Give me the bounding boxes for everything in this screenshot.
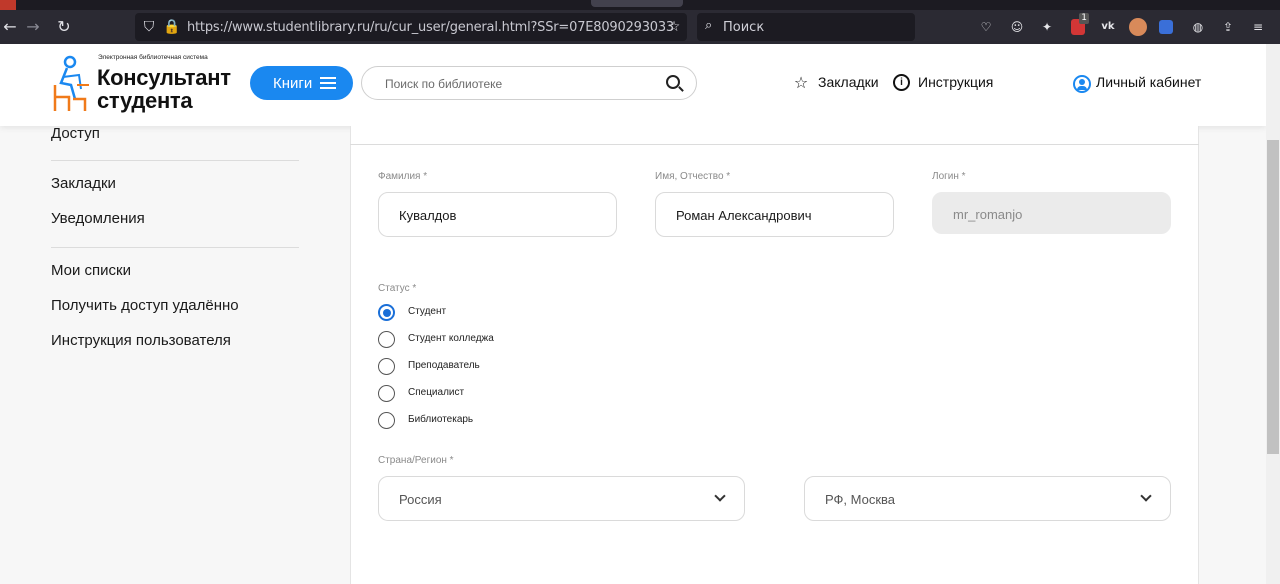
search-icon[interactable] (666, 75, 680, 89)
menu-icon[interactable]: ≡ (1249, 18, 1267, 36)
cabinet-link[interactable]: Личный кабинет (1096, 74, 1201, 90)
instructions-link[interactable]: Инструкция (918, 74, 993, 90)
country-value: Россия (399, 492, 442, 507)
radio-unchecked[interactable] (378, 331, 395, 348)
vk-icon[interactable]: vk (1099, 18, 1117, 36)
lastname-label: Фамилия * (378, 171, 428, 182)
site-header: Электронная библиотечная система Консуль… (0, 44, 1266, 126)
translate-icon[interactable] (1159, 20, 1173, 34)
star-icon[interactable]: ☆ (665, 18, 683, 36)
reload-icon[interactable]: ↻ (54, 17, 74, 37)
extension-icon[interactable]: ✦ (1038, 18, 1056, 36)
pocket-icon[interactable]: ♡ (977, 18, 995, 36)
status-option-label[interactable]: Студент колледжа (408, 333, 494, 344)
radio-unchecked[interactable] (378, 385, 395, 402)
address-bar[interactable]: ⛉ 🔒 https://www.studentlibrary.ru/ru/cur… (135, 13, 687, 41)
lock-icon[interactable]: 🔒 (163, 18, 181, 36)
sidebar-item-my-lists[interactable]: Мои списки (51, 262, 131, 279)
globe-icon[interactable]: ◍ (1189, 18, 1207, 36)
back-icon[interactable]: ← (0, 17, 20, 37)
forward-icon[interactable]: → (23, 17, 43, 37)
sidebar-item-bookmarks[interactable]: Закладки (51, 175, 116, 192)
hamburger-icon (320, 77, 336, 89)
sidebar-item-user-guide[interactable]: Инструкция пользователя (51, 332, 231, 349)
status-option-label[interactable]: Специалист (408, 387, 464, 398)
books-menu-button[interactable]: Книги (250, 66, 353, 100)
status-option-label[interactable]: Библиотекарь (408, 414, 473, 425)
status-option-label[interactable]: Преподаватель (408, 360, 480, 371)
sidebar-item-access[interactable]: Доступ (51, 125, 100, 142)
lastname-field[interactable]: Кувалдов (378, 192, 617, 237)
sidebar-item-remote-access[interactable]: Получить доступ удалённо (51, 297, 239, 314)
share-icon[interactable]: ⇪ (1219, 18, 1237, 36)
radio-unchecked[interactable] (378, 358, 395, 375)
extension-badge: 1 (1079, 13, 1089, 24)
name-field[interactable]: Роман Александрович (655, 192, 894, 237)
login-value: mr_romanjo (953, 207, 1023, 222)
browser-tab-strip (0, 0, 1280, 10)
region-select[interactable]: РФ, Москва (804, 476, 1171, 521)
name-label: Имя, Отчество * (655, 171, 731, 182)
sidebar-divider (51, 247, 299, 248)
page-scrollbar[interactable] (1266, 44, 1280, 584)
shield-icon[interactable]: ⛉ (140, 18, 158, 36)
login-label: Логин * (932, 171, 966, 182)
scrollbar-thumb[interactable] (1267, 140, 1279, 454)
radio-checked[interactable] (378, 304, 395, 321)
lastname-value: Кувалдов (399, 208, 457, 223)
region-value: РФ, Москва (825, 492, 896, 507)
account-icon[interactable]: ☺ (1008, 18, 1026, 36)
logo-name-line2[interactable]: студента (97, 88, 193, 114)
adblock-icon[interactable]: 1 (1071, 13, 1089, 35)
logo-tagline: Электронная библиотечная система (98, 54, 208, 61)
library-search-input[interactable]: Поиск по библиотеке (361, 66, 697, 100)
browser-search-placeholder: Поиск (723, 20, 765, 35)
url-text[interactable]: https://www.studentlibrary.ru/ru/cur_use… (187, 20, 674, 35)
browser-tab[interactable] (591, 0, 683, 7)
logo-icon[interactable] (51, 55, 91, 113)
user-icon[interactable] (1073, 75, 1091, 93)
bookmarks-link[interactable]: Закладки (818, 74, 879, 90)
radio-unchecked[interactable] (378, 412, 395, 429)
login-field: mr_romanjo (932, 192, 1171, 234)
browser-search-input[interactable]: ⌕ Поиск (697, 13, 915, 41)
star-icon[interactable]: ☆ (792, 74, 810, 92)
name-value: Роман Александрович (676, 208, 812, 223)
books-button-label: Книги (273, 75, 313, 92)
chevron-down-icon[interactable] (714, 490, 726, 502)
sidebar-item-notifications[interactable]: Уведомления (51, 210, 145, 227)
library-search-placeholder: Поиск по библиотеке (385, 77, 503, 91)
tab-indicator (0, 0, 16, 10)
sidebar-divider (51, 160, 299, 161)
info-icon[interactable]: i (893, 74, 910, 91)
status-label: Статус * (378, 283, 417, 294)
chevron-down-icon[interactable] (1140, 490, 1152, 502)
emoji-extension-icon[interactable] (1129, 18, 1147, 36)
panel-divider (350, 144, 1199, 145)
status-option-label[interactable]: Студент (408, 306, 446, 317)
region-label: Страна/Регион * (378, 455, 454, 466)
search-icon: ⌕ (705, 18, 713, 33)
country-select[interactable]: Россия (378, 476, 745, 521)
